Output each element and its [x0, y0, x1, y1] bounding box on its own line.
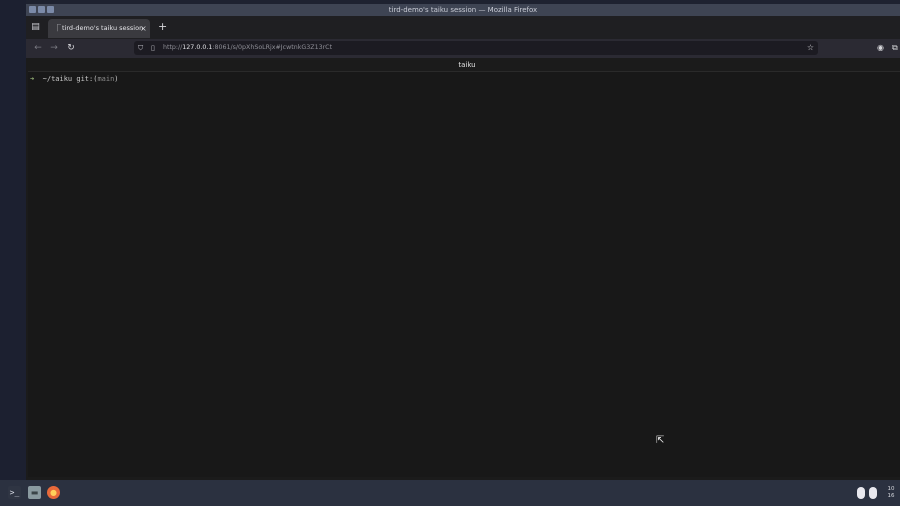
tab-strip: ▤ ⎾ tird-demo's taiku session × + — [26, 16, 900, 39]
terminal-area[interactable]: ➜ ~/taiku git:(main) ⇱ — [28, 71, 900, 477]
taskbar: >_ ▬ ● 10 16 — [0, 480, 900, 506]
prompt-path: ~/taiku git:( — [34, 75, 98, 83]
window-titlebar: tird-demo's taiku session — Mozilla Fire… — [26, 4, 900, 16]
url-host: 127.0.0.1 — [182, 44, 213, 51]
page-content: taiku ➜ ~/taiku git:(main) ⇱ — [26, 58, 900, 480]
tab-favicon-icon: ⎾ — [54, 24, 61, 32]
prompt-branch: main — [97, 75, 115, 83]
url-text[interactable]: http://127.0.0.1:8061/s/0pXhSoLRjx#Jcwtn… — [163, 41, 332, 55]
tray-toggle-icon-2[interactable] — [869, 487, 877, 499]
new-tab-button[interactable]: + — [158, 21, 167, 33]
desktop-left-edge — [0, 0, 26, 480]
tray-toggle-icon[interactable] — [857, 487, 865, 499]
navigation-toolbar: ← → ↻ ⛉ ▯ http://127.0.0.1:8061/s/0pXhSo… — [26, 39, 900, 58]
url-scheme: http:// — [163, 44, 183, 51]
terminal-app-icon[interactable]: >_ — [8, 486, 21, 499]
extensions-icon[interactable]: ⧉ — [892, 43, 898, 53]
url-path: :8061/s/0pXhSoLRjx#JcwtnkG3Z13rCt — [212, 44, 333, 51]
firefox-icon[interactable]: ● — [47, 486, 60, 499]
taskbar-clock[interactable]: 10 16 — [884, 486, 898, 500]
clock-hour: 10 — [887, 486, 895, 492]
tab-close-icon[interactable]: × — [140, 19, 147, 38]
terminal-title: taiku — [458, 61, 476, 69]
file-manager-icon[interactable]: ▬ — [28, 486, 41, 499]
firefox-window: tird-demo's taiku session — Mozilla Fire… — [26, 4, 900, 480]
clock-minute: 16 — [887, 493, 895, 499]
shell-prompt: ➜ ~/taiku git:(main) — [30, 74, 119, 84]
mouse-pointer-icon: ⇱ — [656, 435, 665, 446]
prompt-close: ) — [114, 75, 119, 83]
tab-title: tird-demo's taiku session — [62, 24, 144, 32]
reload-icon[interactable]: ↻ — [65, 42, 77, 54]
tab-list-icon[interactable]: ▤ — [30, 22, 41, 32]
star-icon[interactable]: ☆ — [807, 43, 814, 53]
back-arrow-icon[interactable]: ← — [32, 42, 44, 54]
account-icon[interactable]: ◉ — [877, 43, 884, 53]
shield-icon[interactable]: ⛉ — [138, 43, 143, 53]
window-title: tird-demo's taiku session — Mozilla Fire… — [388, 6, 538, 14]
forward-arrow-icon[interactable]: → — [48, 42, 60, 54]
tab-taiku-session[interactable]: ⎾ tird-demo's taiku session × — [48, 19, 150, 38]
url-bar[interactable]: ⛉ ▯ http://127.0.0.1:8061/s/0pXhSoLRjx#J… — [134, 41, 818, 55]
page-icon[interactable]: ▯ — [151, 43, 155, 53]
